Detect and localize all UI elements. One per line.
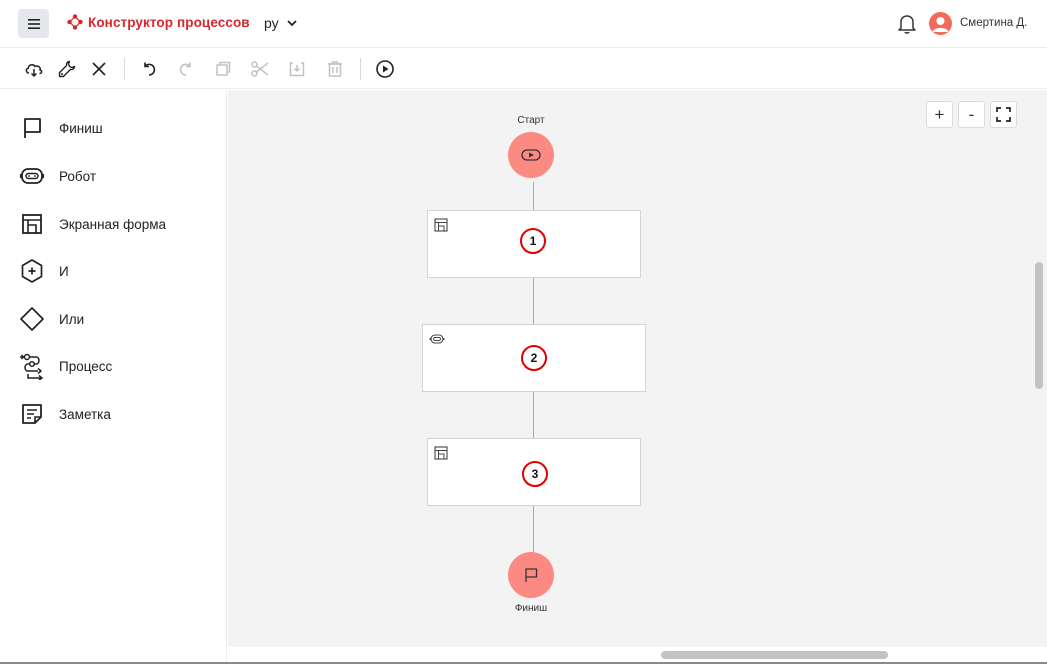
delete-button[interactable] [324, 58, 346, 80]
redo-icon [179, 62, 191, 76]
chevron-down-icon [287, 19, 297, 26]
palette-item-label: Робот [59, 168, 97, 184]
cut-icon [251, 61, 269, 77]
fit-screen-button[interactable] [990, 101, 1017, 128]
flow-edge[interactable] [533, 278, 534, 324]
notifications-button[interactable] [897, 13, 917, 40]
cut-button[interactable] [249, 58, 271, 80]
palette-item-label: И [59, 263, 69, 279]
zoom-in-button[interactable]: + [926, 101, 953, 128]
finish-node[interactable] [508, 552, 554, 598]
language-select[interactable]: ру [264, 15, 297, 31]
zoom-out-label: - [968, 104, 975, 124]
palette-item-process[interactable]: Процесс [18, 351, 218, 381]
app-title: Конструктор процессов [88, 14, 250, 30]
flag-icon [24, 118, 41, 138]
close-icon [92, 62, 106, 76]
copy-button[interactable] [212, 58, 234, 80]
palette-item-label: Заметка [59, 406, 111, 422]
screen-form-icon [434, 446, 448, 460]
start-node-label: Старт [517, 115, 545, 126]
process-icon [20, 353, 44, 380]
step-badge: 1 [520, 228, 546, 254]
paste-button[interactable] [286, 58, 308, 80]
delete-icon [328, 61, 342, 77]
palette-item-robot[interactable]: Робот [18, 161, 218, 191]
step-badge: 3 [522, 461, 548, 487]
flag-icon [525, 568, 538, 582]
undo-button[interactable] [138, 58, 160, 80]
run-button[interactable] [374, 58, 396, 80]
hamburger-icon [27, 18, 40, 29]
palette-item-label: Экранная форма [59, 216, 167, 232]
cloud-save-icon [25, 63, 43, 78]
robot-icon [20, 168, 44, 184]
palette-item-label: Финиш [59, 120, 103, 136]
palette-item-screen-form[interactable]: Экранная форма [18, 209, 218, 239]
palette-item-label: Или [59, 311, 85, 327]
task-node-1[interactable]: 1 [427, 210, 641, 278]
brand-logo-icon [67, 14, 83, 30]
save-to-cloud-button[interactable] [23, 58, 45, 80]
robot-icon [429, 334, 445, 344]
note-icon [22, 404, 42, 424]
user-name[interactable]: Смертина Д. [960, 17, 1027, 29]
step-badge: 2 [521, 345, 547, 371]
user-icon [932, 17, 949, 32]
copy-icon [216, 61, 231, 76]
vertical-scrollbar[interactable] [1035, 262, 1043, 389]
toolbar-divider [124, 58, 125, 80]
zoom-out-button[interactable]: - [958, 101, 985, 128]
or-gateway-icon [20, 307, 44, 331]
palette-item-note[interactable]: Заметка [18, 399, 218, 429]
redo-button[interactable] [175, 58, 197, 80]
task-node-2[interactable]: 2 [422, 324, 646, 392]
process-canvas[interactable]: + - Старт 1 2 3 Финиш [228, 90, 1031, 647]
palette-item-label: Процесс [59, 358, 113, 374]
flow-edge[interactable] [533, 182, 534, 210]
element-palette: Финиш Робот Экранная форма И Или Процесс… [0, 90, 227, 664]
start-node[interactable] [508, 132, 554, 178]
app-window: Конструктор процессов ру Смертина Д. Фин… [0, 0, 1047, 664]
avatar[interactable] [929, 12, 952, 35]
finish-node-label: Финиш [514, 603, 548, 614]
play-icon [376, 60, 394, 78]
palette-item-finish[interactable]: Финиш [18, 113, 218, 143]
flow-edge[interactable] [533, 506, 534, 552]
fullscreen-icon [996, 107, 1011, 122]
horizontal-scrollbar[interactable] [661, 651, 888, 659]
bell-icon [898, 15, 916, 34]
settings-wrench-icon [58, 60, 76, 78]
zoom-in-label: + [934, 104, 945, 124]
settings-button[interactable] [56, 58, 78, 80]
screen-form-icon [22, 214, 42, 234]
task-node-3[interactable]: 3 [427, 438, 641, 506]
brand[interactable]: Конструктор процессов [67, 14, 250, 30]
flow-edge[interactable] [533, 392, 534, 438]
palette-item-or[interactable]: Или [18, 304, 218, 334]
toolbar-divider [360, 58, 361, 80]
close-button[interactable] [88, 58, 110, 80]
start-event-icon [521, 149, 541, 161]
undo-icon [144, 62, 156, 76]
paste-icon [289, 62, 305, 77]
palette-item-and[interactable]: И [18, 256, 218, 286]
and-gateway-icon [21, 259, 43, 283]
header: Конструктор процессов ру Смертина Д. [0, 0, 1047, 48]
screen-form-icon [434, 218, 448, 232]
menu-button[interactable] [18, 9, 49, 38]
toolbar [0, 49, 1047, 89]
language-value: ру [264, 15, 279, 31]
